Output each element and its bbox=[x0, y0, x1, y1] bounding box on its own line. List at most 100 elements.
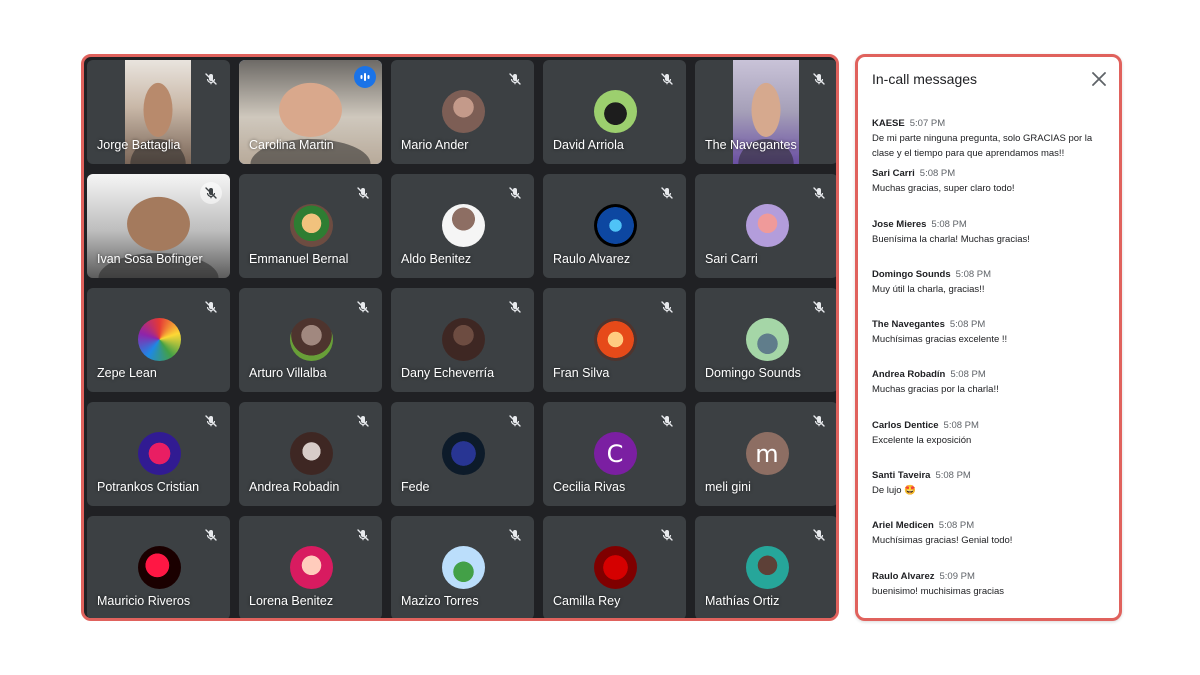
avatar bbox=[593, 318, 637, 361]
message-sender: Santi Taveira bbox=[872, 470, 931, 482]
message-text: buenisimo! muchisimas gracias bbox=[872, 585, 1004, 597]
message-sender: Domingo Sounds bbox=[872, 268, 951, 280]
message-text: Muchas gracias, super claro todo! bbox=[872, 183, 1015, 195]
message-header: Sari Carri 5:08 PM bbox=[872, 168, 1109, 180]
participant-tile[interactable]: Domingo Sounds bbox=[695, 288, 836, 392]
participant-tile[interactable]: Emmanuel Bernal bbox=[239, 174, 382, 278]
participant-grid: Jorge Battaglia Carolina Martin Mario Ande… bbox=[87, 60, 836, 618]
avatar bbox=[289, 318, 333, 361]
avatar bbox=[593, 546, 637, 589]
message-time: 5:08 PM bbox=[938, 520, 975, 532]
avatar bbox=[745, 546, 789, 589]
message-text: Muy útil la charla, gracias!! bbox=[872, 283, 985, 295]
message-header: Raulo Alvarez 5:09 PM bbox=[872, 571, 1109, 583]
chat-message: Domingo Sounds 5:08 PM Muy útil la charla,… bbox=[872, 269, 1109, 319]
participant-tile[interactable]: Aldo Benitez bbox=[391, 174, 534, 278]
mic-off-icon bbox=[352, 296, 374, 318]
mic-off-icon bbox=[808, 182, 830, 204]
message-sender: Andrea Robadín bbox=[872, 369, 946, 381]
mic-off-icon bbox=[656, 296, 678, 318]
in-call-messages-panel: In-call messages KAESE 5:07 PM De mi parte… bbox=[855, 54, 1122, 621]
mic-off-icon bbox=[656, 182, 678, 204]
participant-name: Carolina Martin bbox=[249, 138, 334, 152]
participant-tile[interactable]: m meli gini bbox=[695, 402, 836, 506]
chat-message: Raulo Alvarez 5:09 PM buenisimo! muchisima… bbox=[872, 571, 1109, 618]
message-header: The Navegantes 5:08 PM bbox=[872, 319, 1109, 331]
participant-tile[interactable]: Potrankos Cristian bbox=[87, 402, 230, 506]
participant-tile[interactable]: Zepe Lean bbox=[87, 288, 230, 392]
chat-message: Ariel Medicen 5:08 PM Muchísimas gracias! … bbox=[872, 520, 1109, 570]
participant-tile[interactable]: Sari Carri bbox=[695, 174, 836, 278]
message-sender: Ariel Medicen bbox=[872, 520, 934, 532]
message-header: Ariel Medicen 5:08 PM bbox=[872, 520, 1109, 532]
chat-message: The Navegantes 5:08 PM Muchísimas gracias … bbox=[872, 319, 1109, 369]
avatar bbox=[441, 546, 485, 589]
message-time: 5:08 PM bbox=[943, 419, 979, 431]
speaking-indicator bbox=[354, 66, 376, 88]
message-text: Muchísimas gracias! Genial todo! bbox=[872, 535, 1013, 547]
participant-tile[interactable]: C Cecilia Rivas bbox=[543, 402, 686, 506]
avatar bbox=[593, 204, 637, 247]
participant-tile[interactable]: Arturo Villalba bbox=[239, 288, 382, 392]
participant-name: Mario Ander bbox=[401, 138, 469, 152]
mic-off-icon bbox=[656, 410, 678, 432]
participant-tile[interactable]: Carolina Martin bbox=[239, 60, 382, 164]
message-sender: Sari Carri bbox=[872, 168, 915, 180]
avatar bbox=[289, 204, 333, 247]
participant-name: Potrankos Cristian bbox=[97, 480, 200, 494]
mic-off-icon bbox=[504, 410, 526, 432]
participant-tile[interactable]: David Arriola bbox=[543, 60, 686, 164]
chat-message: Sari Carri 5:08 PM Muchas gracias, super c… bbox=[872, 168, 1109, 218]
chat-message: Andrea Robadín 5:08 PM Muchas gracias por … bbox=[872, 369, 1109, 419]
avatar bbox=[745, 204, 789, 247]
participant-name: Domingo Sounds bbox=[705, 366, 801, 380]
mic-off-icon bbox=[200, 410, 222, 432]
mic-off-icon bbox=[200, 68, 222, 90]
message-header: Carlos Dentice 5:08 PM bbox=[872, 420, 1109, 432]
participant-tile[interactable]: Camilla Rey bbox=[543, 516, 686, 618]
participant-tile[interactable]: Ivan Sosa Bofinger bbox=[87, 174, 230, 278]
participant-name: Dany Echeverría bbox=[401, 366, 495, 380]
message-header: Andrea Robadín 5:08 PM bbox=[872, 369, 1109, 381]
participant-tile[interactable]: Lorena Benitez bbox=[239, 516, 382, 618]
message-text: Muchas gracias por la charla!! bbox=[872, 384, 999, 396]
participant-name: Lorena Benitez bbox=[249, 594, 334, 608]
message-header: Domingo Sounds 5:08 PM bbox=[872, 269, 1109, 281]
participant-tile[interactable]: Mathías Ortiz bbox=[695, 516, 836, 618]
participant-name: Mazizo Torres bbox=[401, 594, 479, 608]
avatar bbox=[441, 432, 485, 475]
mic-off-icon bbox=[504, 524, 526, 546]
participant-tile[interactable]: Mazizo Torres bbox=[391, 516, 534, 618]
participant-name: Andrea Robadin bbox=[249, 480, 340, 494]
message-text: Muchísimas gracias excelente !! bbox=[872, 334, 1008, 346]
participant-tile[interactable]: Mauricio Riveros bbox=[87, 516, 230, 618]
chat-message: Santi Taveira 5:08 PM De lujo 🤩 bbox=[872, 470, 1109, 520]
mic-off-icon bbox=[808, 296, 830, 318]
message-time: 5:07 PM bbox=[909, 118, 946, 129]
mic-off-icon bbox=[352, 524, 374, 546]
participant-tile[interactable]: The Navegantes bbox=[695, 60, 836, 164]
message-text: Excelente la exposición bbox=[872, 434, 972, 446]
participant-name: David Arriola bbox=[553, 138, 624, 152]
message-header: KAESE 5:07 PM bbox=[872, 118, 1109, 130]
participant-tile[interactable]: Dany Echeverría bbox=[391, 288, 534, 392]
audio-bars-icon bbox=[360, 73, 370, 81]
video-grid-panel: Jorge Battaglia Carolina Martin Mario Ande… bbox=[81, 54, 839, 621]
avatar bbox=[289, 432, 333, 475]
participant-tile[interactable]: Fede bbox=[391, 402, 534, 506]
participant-tile[interactable]: Jorge Battaglia bbox=[87, 60, 230, 164]
participant-name: Zepe Lean bbox=[97, 366, 157, 380]
avatar bbox=[593, 90, 637, 133]
message-sender: The Navegantes bbox=[872, 319, 945, 331]
participant-tile[interactable]: Raulo Alvarez bbox=[543, 174, 686, 278]
participant-name: Sari Carri bbox=[705, 252, 758, 266]
participant-name: Jorge Battaglia bbox=[97, 138, 181, 152]
avatar bbox=[441, 90, 485, 133]
avatar: m bbox=[745, 432, 789, 475]
participant-tile[interactable]: Mario Ander bbox=[391, 60, 534, 164]
participant-tile[interactable]: Andrea Robadin bbox=[239, 402, 382, 506]
chat-message: Jose Mieres 5:08 PM Buenísima la charla! M… bbox=[872, 219, 1109, 269]
participant-tile[interactable]: Fran Silva bbox=[543, 288, 686, 392]
message-time: 5:08 PM bbox=[919, 168, 956, 180]
close-button[interactable] bbox=[1089, 69, 1109, 89]
